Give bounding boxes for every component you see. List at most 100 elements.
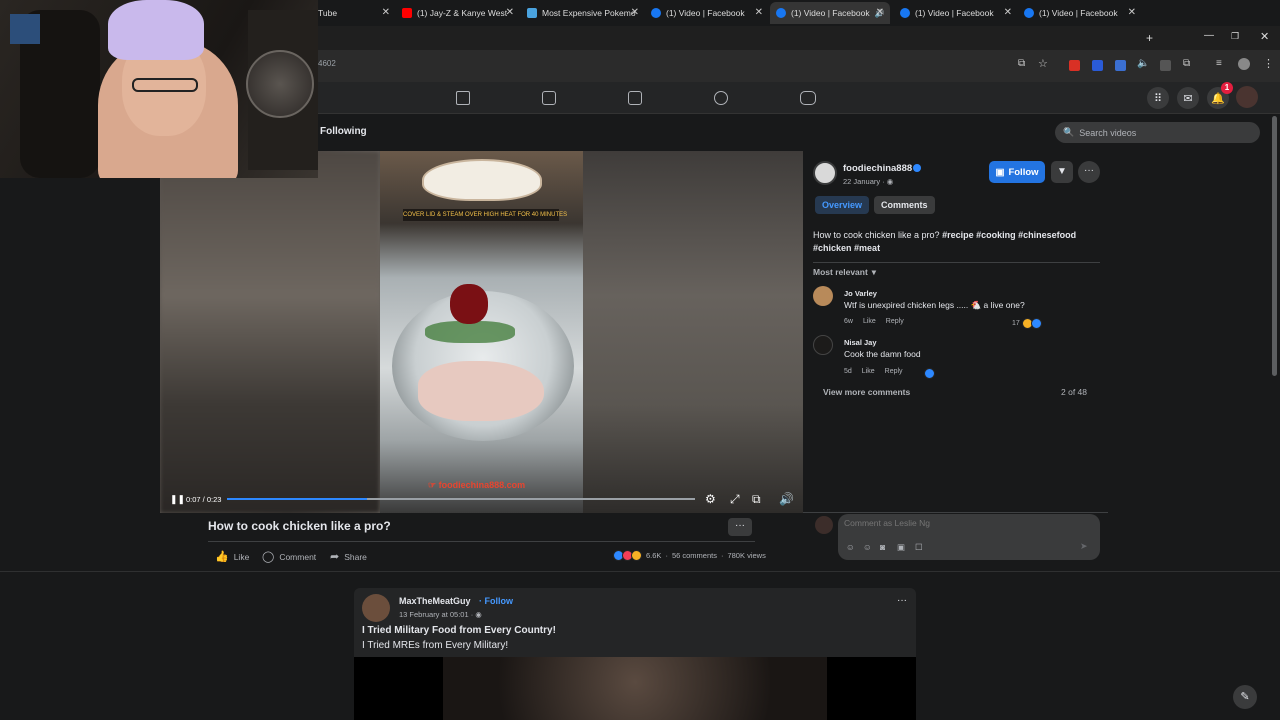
sticker-icon[interactable]: ☐	[915, 542, 923, 553]
browser-tab[interactable]: (1) Video | Facebook ✕	[900, 2, 1012, 24]
commenter-avatar[interactable]	[813, 335, 833, 355]
new-message-edit-icon[interactable]: ✎	[1233, 685, 1257, 709]
hashtag-link[interactable]: #recipe	[942, 230, 974, 240]
post-date[interactable]: 13 February at 05:01 · ◉	[399, 610, 482, 619]
browser-tab[interactable]: Tube ✕	[318, 2, 390, 24]
commenter-name[interactable]: Jo Varley	[844, 289, 877, 298]
close-icon[interactable]: ✕	[876, 7, 884, 18]
extension-icon[interactable]	[1115, 60, 1126, 71]
cast-icon[interactable]: ⧉	[1018, 58, 1025, 69]
save-video-button[interactable]: ▼	[1051, 161, 1073, 183]
comment-input[interactable]	[844, 518, 1064, 528]
close-icon[interactable]: ✕	[1128, 7, 1136, 18]
separator: ·	[720, 551, 724, 560]
home-icon[interactable]	[456, 91, 470, 105]
comment-reactions[interactable]	[924, 368, 935, 379]
hashtag-link[interactable]: #chicken	[813, 243, 852, 253]
scrollbar[interactable]	[1272, 116, 1277, 376]
comment-age[interactable]: 5d	[844, 368, 852, 375]
post-more-options-button[interactable]: ···	[897, 595, 907, 606]
comment-reactions[interactable]: 17	[1012, 318, 1042, 329]
gaming-icon[interactable]	[800, 91, 816, 105]
composer-avatar[interactable]	[815, 516, 833, 534]
video-player[interactable]: COVER LID & STEAM OVER HIGH HEAT FOR 40 …	[160, 151, 803, 513]
tab-label: (1) Video | Facebook	[915, 8, 994, 18]
tab-overview[interactable]: Overview	[815, 196, 870, 214]
window-close-icon[interactable]: ✕	[1260, 30, 1269, 43]
fullscreen-icon[interactable]: ⤢	[730, 492, 740, 507]
extensions-puzzle-icon[interactable]: ⧉	[1183, 58, 1190, 69]
restore-icon[interactable]: ❐	[1231, 31, 1239, 42]
groups-icon[interactable]	[714, 91, 728, 105]
comment-sort-dropdown[interactable]: Most relevant ▾	[813, 267, 876, 278]
commenter-avatar[interactable]	[813, 286, 833, 306]
close-icon[interactable]: ✕	[1004, 7, 1012, 18]
close-icon[interactable]: ✕	[755, 7, 763, 18]
post-date[interactable]: 22 January · ◉	[843, 177, 893, 186]
volume-icon[interactable]: 🔊	[779, 492, 794, 506]
hashtag-link[interactable]: #chinesefood	[1018, 230, 1076, 240]
tab-comments[interactable]: Comments	[874, 196, 935, 214]
gif-icon[interactable]: ▣	[897, 542, 905, 553]
globe-icon: · ◉	[880, 177, 894, 186]
browser-tab[interactable]: (1) Video | Facebook ✕	[1024, 2, 1136, 24]
extension-icon[interactable]	[1160, 60, 1171, 71]
pause-icon[interactable]: ❚❚	[170, 494, 185, 505]
reaction-summary[interactable]: 6.6K · 56 comments · 780K views	[613, 550, 766, 561]
menu-grid-icon[interactable]: ⠿	[1147, 87, 1169, 109]
search-videos-field[interactable]: 🔍 Search videos	[1055, 122, 1260, 143]
post-author-avatar[interactable]	[362, 594, 390, 622]
author-avatar[interactable]	[813, 161, 837, 185]
hashtag-link[interactable]: #meat	[854, 243, 880, 253]
avatar-sticker-icon[interactable]: ☺	[846, 542, 855, 552]
account-avatar[interactable]	[1236, 86, 1258, 108]
send-icon[interactable]: ➤	[1080, 541, 1088, 552]
picture-in-picture-icon[interactable]: ⧉	[752, 492, 761, 507]
close-icon[interactable]: ✕	[382, 7, 390, 18]
tab-following[interactable]: Following	[314, 124, 373, 142]
post-author-name[interactable]: MaxTheMeatGuy	[399, 596, 471, 606]
comment-reply-link[interactable]: Reply	[886, 318, 904, 325]
watch-icon[interactable]	[542, 91, 556, 105]
new-tab-icon[interactable]: +	[1146, 31, 1153, 45]
profile-avatar[interactable]	[1238, 58, 1250, 70]
share-button[interactable]: ➦ Share	[330, 550, 367, 563]
post-follow-link[interactable]: · Follow	[479, 596, 513, 606]
follow-button[interactable]: ▣ Follow	[989, 161, 1045, 183]
settings-gear-icon[interactable]: ⚙	[705, 492, 716, 506]
camera-icon[interactable]: ◙	[880, 542, 885, 552]
messenger-icon[interactable]: ✉	[1177, 87, 1199, 109]
comment-button[interactable]: ◯ Comment	[262, 550, 316, 563]
minimize-icon[interactable]: —	[1204, 30, 1214, 41]
media-control-icon[interactable]: ≡	[1216, 58, 1222, 69]
browser-menu-icon[interactable]: ⋮	[1263, 57, 1274, 70]
commenter-name[interactable]: Nisal Jay	[844, 338, 877, 347]
comments-count[interactable]: 56 comments	[672, 551, 717, 560]
search-placeholder: Search videos	[1079, 127, 1137, 138]
close-icon[interactable]: ✕	[631, 7, 639, 18]
author-name[interactable]: foodiechina888	[843, 163, 912, 174]
browser-tab[interactable]: (1) Jay-Z & Kanye West ✕	[402, 2, 514, 24]
volume-extension-icon[interactable]: 🔈	[1137, 58, 1149, 69]
comment-like-link[interactable]: Like	[862, 368, 875, 375]
video-more-options-button[interactable]: ···	[728, 518, 752, 536]
marketplace-icon[interactable]	[628, 91, 642, 105]
comment-like-link[interactable]: Like	[863, 318, 876, 325]
hashtag-link[interactable]: #cooking	[976, 230, 1016, 240]
post-more-options-button[interactable]: ···	[1078, 161, 1100, 183]
browser-tab-active[interactable]: (1) Video | Facebook 🔊 ✕	[770, 2, 890, 24]
browser-tab[interactable]: (1) Video | Facebook ✕	[651, 2, 763, 24]
view-more-comments-link[interactable]: View more comments	[823, 387, 910, 397]
like-button[interactable]: 👍 Like	[215, 550, 249, 563]
emoji-icon[interactable]: ☺	[863, 542, 872, 552]
extension-icon[interactable]	[1092, 60, 1103, 71]
progress-bar[interactable]	[227, 498, 695, 500]
gmail-extension-icon[interactable]	[1069, 60, 1080, 71]
close-icon[interactable]: ✕	[506, 7, 514, 18]
url-text[interactable]: 4602	[318, 59, 336, 68]
bookmark-star-icon[interactable]: ☆	[1038, 57, 1048, 70]
comment-age[interactable]: 6w	[844, 318, 853, 325]
youtube-icon	[402, 8, 412, 18]
browser-tab[interactable]: Most Expensive Pokemo ✕	[527, 2, 639, 24]
comment-reply-link[interactable]: Reply	[885, 368, 903, 375]
